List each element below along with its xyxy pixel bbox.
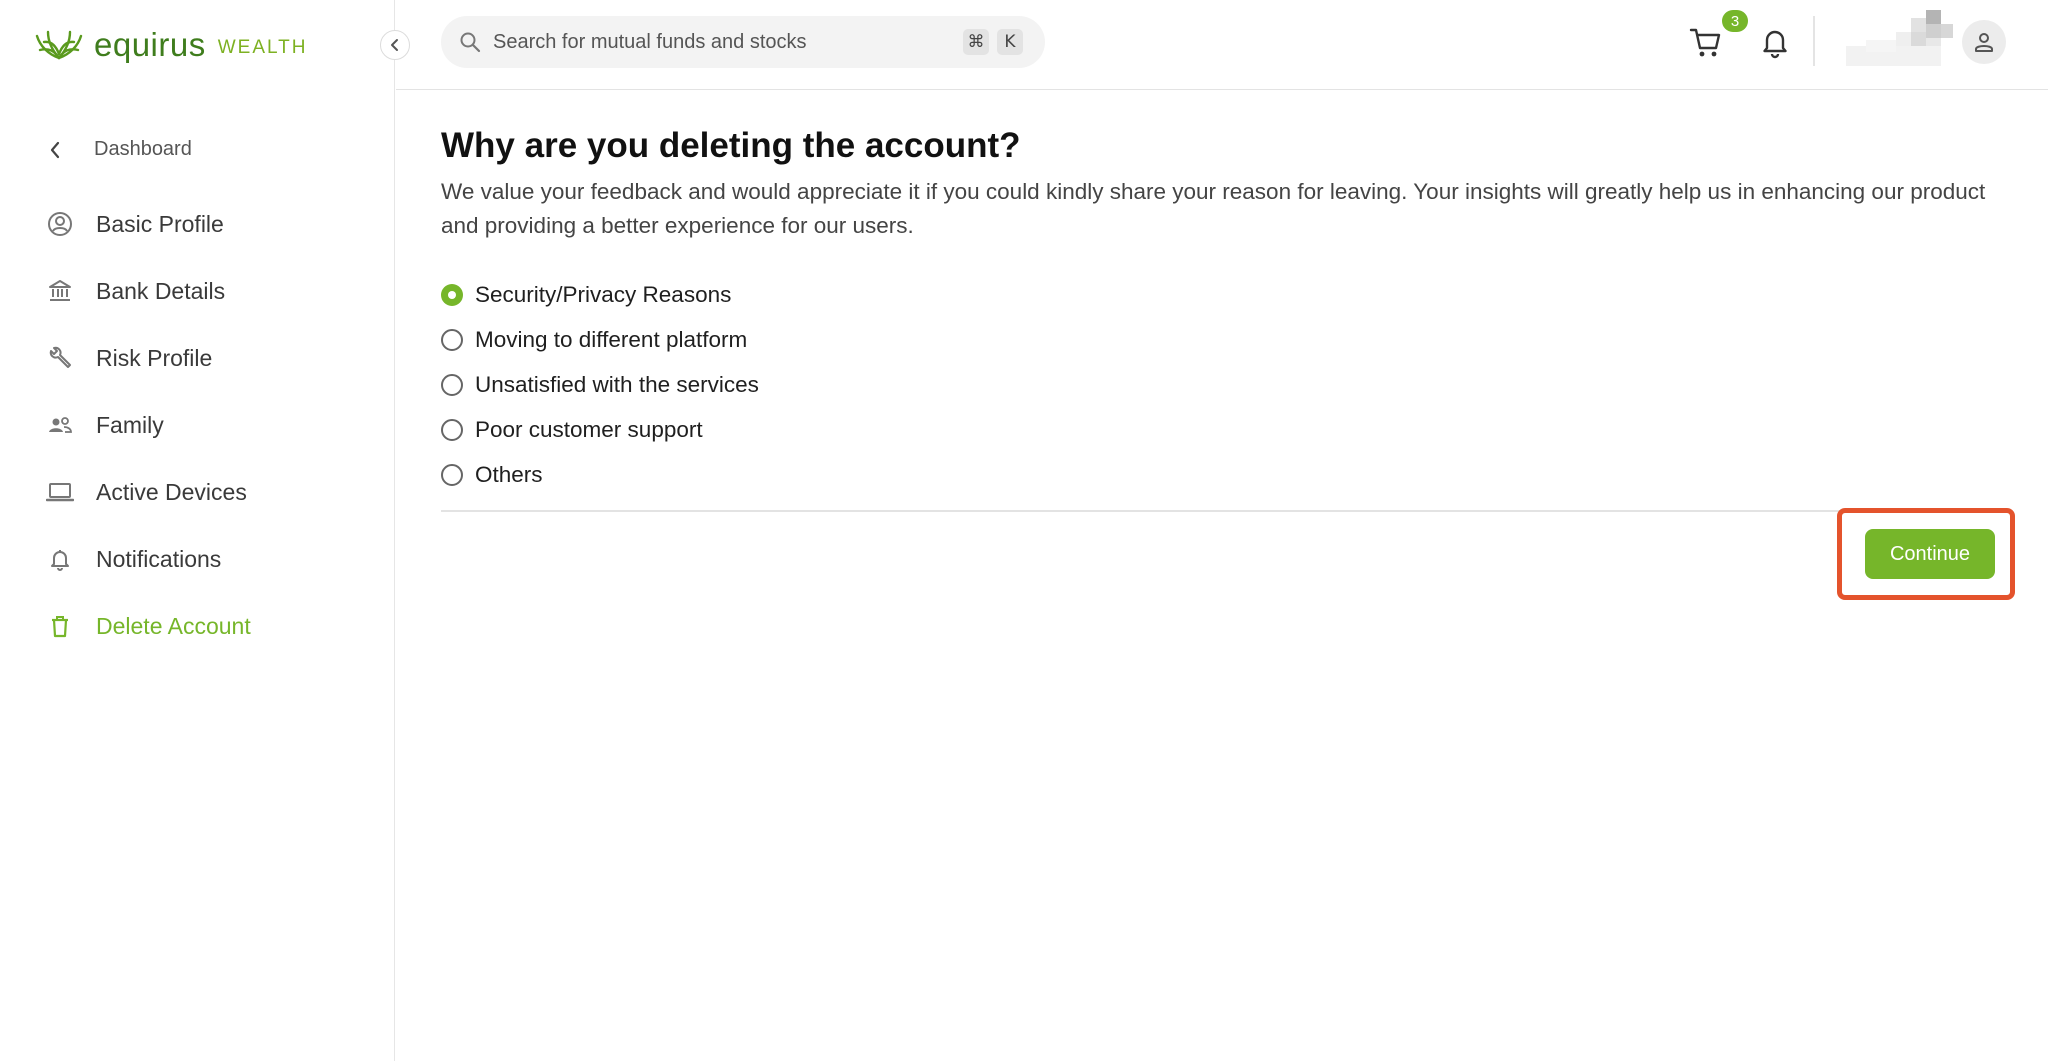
nav-back-dashboard[interactable]: Dashboard xyxy=(48,138,192,161)
radio-button[interactable] xyxy=(441,463,463,486)
sidebar-item-label: Bank Details xyxy=(96,277,226,304)
search-icon xyxy=(459,31,481,53)
reason-option-label: Unsatisfied with the services xyxy=(475,371,759,397)
sidebar-item-label: Family xyxy=(96,411,164,438)
chevron-left-icon xyxy=(391,39,398,51)
reason-radio-group: Security/Privacy Reasons Moving to diffe… xyxy=(441,272,759,497)
header-divider xyxy=(1813,16,1815,66)
sidebar-item-basic-profile[interactable]: Basic Profile xyxy=(46,204,224,244)
people-icon xyxy=(46,411,74,439)
laptop-icon xyxy=(46,478,74,506)
reason-option-different-platform[interactable]: Moving to different platform xyxy=(441,317,759,362)
page-description: We value your feedback and would appreci… xyxy=(441,179,1986,238)
bell-icon xyxy=(46,545,74,573)
sidebar-item-label: Risk Profile xyxy=(96,344,213,371)
sidebar-item-label: Notifications xyxy=(96,545,222,572)
search-input[interactable]: Search for mutual funds and stocks xyxy=(493,31,963,54)
sidebar-item-label: Active Devices xyxy=(96,478,247,505)
notifications-button[interactable] xyxy=(1758,25,1792,59)
user-icon xyxy=(1975,33,1993,52)
sidebar-item-family[interactable]: Family xyxy=(46,405,164,445)
reason-option-label: Security/Privacy Reasons xyxy=(475,281,732,307)
reason-option-security-privacy[interactable]: Security/Privacy Reasons xyxy=(441,272,759,317)
radio-button[interactable] xyxy=(441,373,463,396)
brand-name: equirus xyxy=(94,26,206,63)
sidebar-item-active-devices[interactable]: Active Devices xyxy=(46,472,247,512)
radio-button[interactable] xyxy=(441,328,463,351)
sidebar: equirus WEALTH Dashboard Basic Profile B… xyxy=(0,0,395,1061)
cart-icon xyxy=(1689,28,1721,57)
sidebar-item-notifications[interactable]: Notifications xyxy=(46,539,221,579)
trash-icon xyxy=(46,612,74,640)
cart-count-badge: 3 xyxy=(1722,10,1748,32)
search-bar[interactable]: Search for mutual funds and stocks ⌘ K xyxy=(441,16,1045,68)
reason-option-label: Others xyxy=(475,461,543,487)
sidebar-item-label: Basic Profile xyxy=(96,210,224,237)
top-bar: Search for mutual funds and stocks ⌘ K 3 xyxy=(396,0,2048,90)
avatar[interactable] xyxy=(1962,20,2006,64)
collapse-sidebar-button[interactable] xyxy=(380,30,410,60)
shortcut-key-cmd: ⌘ xyxy=(963,29,989,55)
user-circle-icon xyxy=(46,210,74,238)
sidebar-item-risk-profile[interactable]: Risk Profile xyxy=(46,338,212,378)
reason-option-unsatisfied[interactable]: Unsatisfied with the services xyxy=(441,362,759,407)
reason-option-poor-support[interactable]: Poor customer support xyxy=(441,407,759,452)
brand-logo[interactable]: equirus WEALTH xyxy=(34,26,308,64)
continue-button[interactable]: Continue xyxy=(1865,529,1995,579)
shortcut-key-k: K xyxy=(997,29,1023,55)
wrench-icon xyxy=(46,344,74,372)
radio-button-selected[interactable] xyxy=(441,283,463,306)
chevron-left-icon xyxy=(50,141,60,158)
bank-icon xyxy=(46,277,74,305)
radio-button[interactable] xyxy=(441,418,463,441)
page-title: Why are you deleting the account? xyxy=(441,126,1021,165)
bell-icon xyxy=(1763,30,1787,59)
brand-subtitle: WEALTH xyxy=(217,37,308,58)
sidebar-item-delete-account[interactable]: Delete Account xyxy=(46,606,251,646)
redacted-user-name xyxy=(1846,10,1956,68)
reason-option-others[interactable]: Others xyxy=(441,452,759,497)
nav-back-label: Dashboard xyxy=(94,138,192,160)
cart-button[interactable] xyxy=(1688,24,1724,60)
reason-option-label: Poor customer support xyxy=(475,416,703,442)
reason-option-label: Moving to different platform xyxy=(475,326,748,352)
divider xyxy=(441,510,1845,512)
sidebar-item-label: Delete Account xyxy=(96,612,251,639)
sidebar-item-bank-details[interactable]: Bank Details xyxy=(46,271,225,311)
leaf-logo-icon xyxy=(35,30,83,60)
